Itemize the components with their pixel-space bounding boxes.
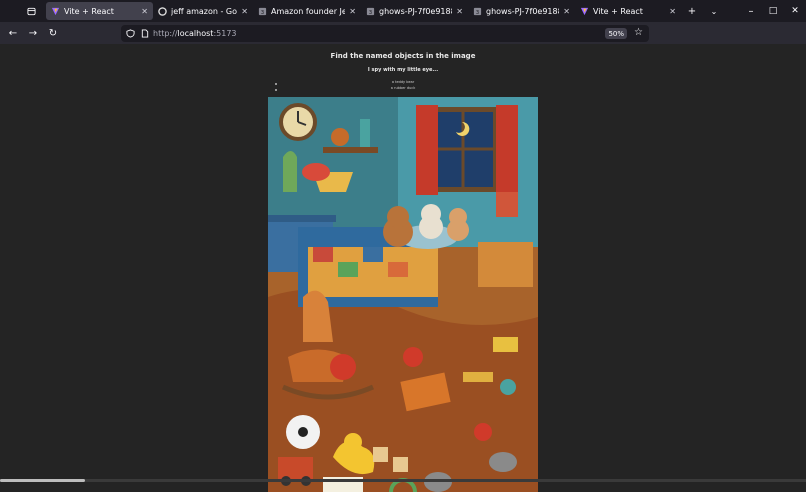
page-icon: 3 (258, 7, 267, 16)
forward-arrow-icon: → (28, 27, 38, 39)
page-info-icon[interactable] (141, 29, 149, 38)
zoom-level-badge[interactable]: 50% (605, 28, 627, 39)
reload-icon: ↻ (48, 27, 58, 39)
page-subtitle: I spy with my little eye... (367, 67, 439, 73)
url-host: localhost (177, 29, 214, 38)
i-spy-scene-image[interactable] (268, 97, 538, 492)
google-icon (158, 6, 167, 16)
tab-label: ghows-PJ-7f0e9188-0c (379, 6, 452, 16)
close-icon[interactable]: ✕ (563, 7, 570, 16)
url-port: :5173 (213, 29, 237, 38)
minimize-button[interactable]: – (740, 0, 762, 22)
tab-label: jeff amazon - Google S (171, 6, 238, 16)
object-item: a teddy bear (391, 80, 415, 84)
shield-icon (126, 29, 135, 38)
minimize-icon: – (748, 5, 754, 17)
tab-ghows-1[interactable]: 3 ghows-PJ-7f0e9188-0c ✕ (361, 2, 468, 20)
tab-label: Vite + React (593, 6, 643, 16)
vite-icon (580, 7, 589, 16)
vite-icon (51, 7, 60, 16)
page-icon: 3 (473, 7, 482, 16)
horizontal-scrollbar[interactable] (0, 479, 806, 482)
close-icon: ✕ (791, 6, 799, 16)
maximize-button[interactable]: □ (762, 0, 784, 22)
tab-label: Vite + React (64, 6, 114, 16)
close-icon[interactable]: ✕ (669, 7, 676, 16)
tab-overview-button[interactable] (20, 0, 42, 22)
scrollbar-thumb[interactable] (0, 479, 85, 482)
page-content: Find the named objects in the image I sp… (0, 44, 806, 492)
close-icon[interactable]: ✕ (456, 7, 463, 16)
url-scheme: http:// (153, 29, 178, 38)
close-icon[interactable]: ✕ (241, 7, 248, 16)
svg-text:3: 3 (261, 9, 264, 15)
page-icon: 3 (366, 7, 375, 16)
svg-text:3: 3 (369, 9, 372, 15)
close-icon[interactable]: ✕ (141, 7, 148, 16)
new-tab-button[interactable]: + (681, 0, 703, 22)
tab-amazon-founder[interactable]: 3 Amazon founder Jeff B ✕ (253, 2, 361, 20)
svg-text:3: 3 (476, 9, 479, 15)
reload-button[interactable]: ↻ (43, 23, 63, 43)
page-title: Find the named objects in the image (330, 52, 476, 60)
plus-icon: + (687, 5, 697, 17)
maximize-icon: □ (768, 6, 778, 16)
bookmark-star-icon[interactable]: ☆ (634, 27, 643, 38)
address-bar[interactable]: http://localhost:5173 50% ☆ (121, 25, 649, 42)
tab-ghows-2[interactable]: 3 ghows-PJ-7f0e9188-0c ✕ (468, 2, 575, 20)
close-icon[interactable]: ✕ (349, 7, 356, 16)
url-text[interactable]: http://localhost:5173 (153, 29, 237, 38)
forward-button[interactable]: → (23, 23, 43, 43)
tab-strip: Vite + React ✕ jeff amazon - Google S ✕ … (0, 0, 806, 22)
back-arrow-icon: ← (8, 27, 18, 39)
window-controls: – □ ✕ (740, 0, 806, 22)
close-window-button[interactable]: ✕ (784, 0, 806, 22)
chevron-down-icon: ⌄ (710, 6, 718, 16)
object-item: a rubber duck (390, 86, 416, 90)
list-all-tabs-icon (26, 7, 36, 15)
tab-vite-react[interactable]: Vite + React ✕ (46, 2, 153, 20)
tab-list-button[interactable]: ⌄ (703, 0, 725, 22)
tab-label: Amazon founder Jeff B (271, 6, 346, 16)
tab-google-search[interactable]: jeff amazon - Google S ✕ (153, 2, 253, 20)
back-button[interactable]: ← (3, 23, 23, 43)
tab-vite-react-2[interactable]: Vite + React ✕ (575, 2, 681, 20)
tab-label: ghows-PJ-7f0e9188-0c (486, 6, 559, 16)
